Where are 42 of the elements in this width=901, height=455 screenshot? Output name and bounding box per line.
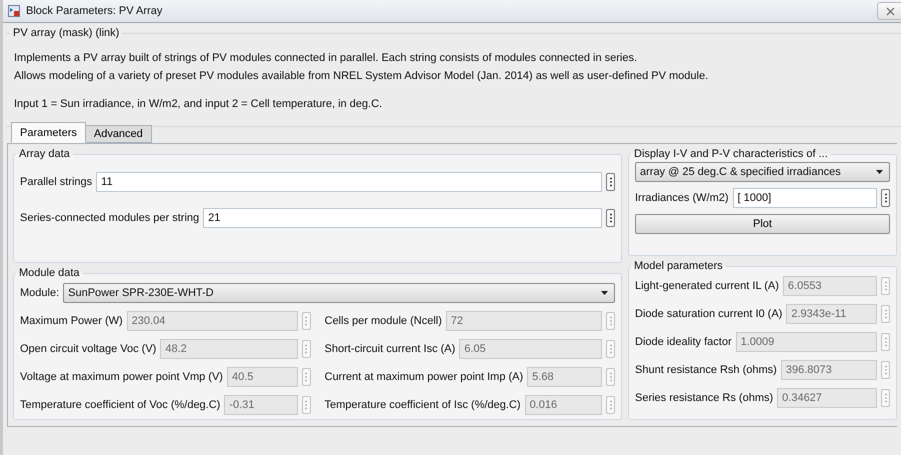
mask-title: PV array (mask) (link) <box>12 27 120 39</box>
field-label: Light-generated current IL (A) <box>635 280 779 292</box>
group-title: Model parameters <box>633 260 724 272</box>
plot-button[interactable]: Plot <box>635 214 890 234</box>
field-label: Current at maximum power point Imp (A) <box>324 371 524 383</box>
module-dropdown[interactable]: SunPower SPR-230E-WHT-D <box>63 283 615 303</box>
caret-icon <box>601 291 608 295</box>
description-text: Implements a PV array built of strings of PV modules connected in parallel. Each string consists of modules connected in series. <box>14 51 638 65</box>
more-button[interactable] <box>606 209 615 227</box>
description-text: Allows modeling of a variety of preset PV modules available from NREL System Advisor Model (Jan. 2014) as well as user-defined PV module. <box>14 69 710 83</box>
input-field[interactable]: 21 <box>203 208 602 228</box>
field-label: Cells per module (Ncell) <box>324 315 442 327</box>
characteristics-dropdown[interactable]: array @ 25 deg.C & specified irradiances <box>635 162 890 182</box>
window-title: Block Parameters: PV Array <box>26 5 162 17</box>
field-label: Diode ideality factor <box>635 336 732 348</box>
input-field[interactable]: 11 <box>96 172 602 192</box>
field-label: Diode saturation current I0 (A) <box>635 308 782 320</box>
caret-icon <box>876 170 883 174</box>
field-label: Series resistance Rs (ohms) <box>635 392 774 404</box>
field-label: Shunt resistance Rsh (ohms) <box>635 364 777 376</box>
field-label: Irradiances (W/m2) <box>635 192 729 204</box>
close-button[interactable] <box>877 2 901 20</box>
close-icon <box>886 6 894 16</box>
tab[interactable]: Advanced <box>84 125 152 143</box>
field-label: Parallel strings <box>20 176 92 188</box>
tab[interactable]: Parameters <box>11 122 86 143</box>
field-label: Module: <box>20 287 60 299</box>
field-label: Voltage at maximum power point Vmp (V) <box>20 371 223 383</box>
field-label: Short-circuit current Isc (A) <box>324 343 456 355</box>
field-label: Series-connected modules per string <box>20 212 200 224</box>
field-label: Temperature coefficient of Isc (%/deg.C) <box>324 399 521 411</box>
app-icon <box>8 5 20 17</box>
more-button[interactable] <box>606 173 615 191</box>
group-title: Array data <box>18 148 71 160</box>
group-title: Display I-V and P-V characteristics of ... <box>633 148 829 160</box>
field-label: Maximum Power (W) <box>20 315 123 327</box>
more-button[interactable] <box>881 189 890 207</box>
field-label: Open circuit voltage Voc (V) <box>20 343 156 355</box>
group-title: Module data <box>18 267 81 279</box>
inputs-text: Input 1 = Sun irradiance, in W/m2, and input 2 = Cell temperature, in deg.C. <box>14 97 384 111</box>
input-field[interactable]: [ 1000] <box>732 188 877 208</box>
field-label: Temperature coefficient of Voc (%/deg.C) <box>20 399 220 411</box>
